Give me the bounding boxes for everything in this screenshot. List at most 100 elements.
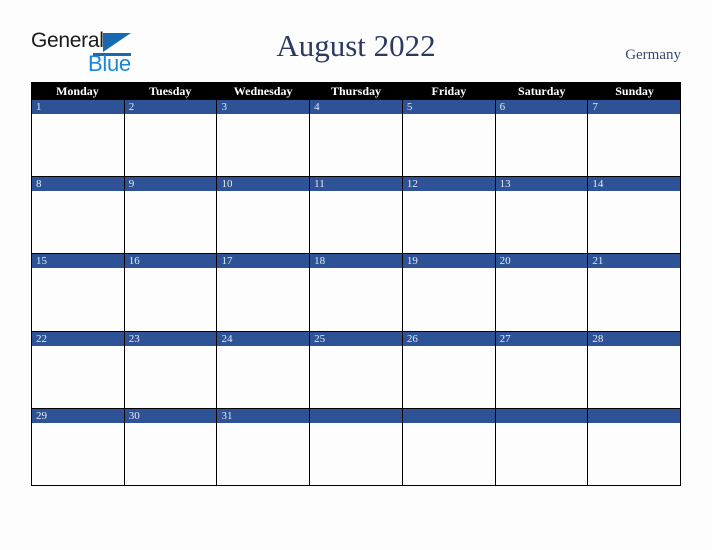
day-cell[interactable]: 5 <box>402 100 496 177</box>
day-number-bar: 28 <box>588 331 681 346</box>
day-cell[interactable]: 27 <box>495 331 589 408</box>
day-events-area[interactable] <box>402 268 495 331</box>
day-cell[interactable]: 31 <box>217 408 311 485</box>
day-events-area[interactable] <box>310 114 402 177</box>
day-cell[interactable]: 12 <box>402 177 496 254</box>
day-events-area[interactable] <box>217 191 310 254</box>
day-events-area[interactable] <box>217 114 310 177</box>
day-cell[interactable]: 22 <box>32 331 125 408</box>
day-events-area[interactable] <box>588 345 681 408</box>
day-events-area[interactable] <box>495 191 588 254</box>
day-cell[interactable] <box>588 408 681 485</box>
day-number: 26 <box>406 332 418 345</box>
day-cell[interactable] <box>310 408 403 485</box>
day-events-area[interactable] <box>217 345 310 408</box>
day-number-bar: 15 <box>32 254 124 269</box>
weekday-header-sunday: Sunday <box>615 84 654 98</box>
day-events-area[interactable] <box>32 345 124 408</box>
day-number: 20 <box>499 255 511 268</box>
day-events-area[interactable] <box>402 345 495 408</box>
day-events-area[interactable] <box>495 422 588 485</box>
day-events-area[interactable] <box>310 268 402 331</box>
day-events-area[interactable] <box>217 268 310 331</box>
day-cell[interactable] <box>402 408 496 485</box>
day-cell[interactable]: 1 <box>32 100 125 177</box>
day-cell[interactable]: 4 <box>310 100 403 177</box>
day-number: 7 <box>592 101 598 113</box>
day-cell[interactable]: 29 <box>32 408 125 485</box>
weekday-header-friday: Friday <box>431 84 467 98</box>
day-cell[interactable]: 20 <box>495 254 589 331</box>
day-number-bar: 11 <box>310 177 402 192</box>
day-cell[interactable]: 7 <box>588 100 681 177</box>
day-number: 2 <box>128 101 135 113</box>
calendar-grid: Monday Tuesday Wednesday Thursday Friday… <box>31 82 681 486</box>
day-cell[interactable]: 23 <box>124 331 218 408</box>
day-events-area[interactable] <box>495 268 588 331</box>
day-cell[interactable]: 14 <box>588 177 681 254</box>
day-cell[interactable]: 18 <box>310 254 403 331</box>
day-events-area[interactable] <box>32 422 124 485</box>
day-number-bar: 4 <box>310 100 402 114</box>
day-cell[interactable]: 19 <box>402 254 496 331</box>
day-cell[interactable]: 11 <box>310 177 403 254</box>
day-events-area[interactable] <box>495 345 588 408</box>
day-events-area[interactable] <box>124 114 217 177</box>
day-number: 31 <box>221 409 233 422</box>
day-events-area[interactable] <box>217 422 310 485</box>
day-cell[interactable]: 17 <box>217 254 311 331</box>
week-row: 8 9 10 11 12 13 14 <box>31 177 681 255</box>
country-label: Germany <box>625 47 681 63</box>
day-cell[interactable]: 2 <box>124 100 218 177</box>
day-events-area[interactable] <box>402 114 495 177</box>
day-number-bar: 12 <box>402 177 495 192</box>
day-events-area[interactable] <box>124 191 217 254</box>
day-cell[interactable]: 3 <box>217 100 311 177</box>
day-events-area[interactable] <box>124 422 217 485</box>
day-cell[interactable]: 8 <box>32 177 125 254</box>
day-number-bar: 14 <box>588 177 681 192</box>
day-number: 25 <box>314 332 326 345</box>
day-cell[interactable]: 6 <box>495 100 589 177</box>
day-number-bar: 1 <box>32 100 124 114</box>
day-events-area[interactable] <box>124 268 217 331</box>
day-events-area[interactable] <box>402 422 495 485</box>
day-events-area[interactable] <box>32 114 124 177</box>
day-events-area[interactable] <box>495 114 588 177</box>
day-number-bar: 10 <box>217 177 310 192</box>
day-number-bar: 6 <box>495 100 588 114</box>
day-cell[interactable]: 9 <box>124 177 218 254</box>
day-number: 11 <box>314 178 325 191</box>
day-number: 6 <box>499 101 506 113</box>
day-cell[interactable]: 26 <box>402 331 496 408</box>
day-number: 13 <box>499 178 511 191</box>
day-events-area[interactable] <box>402 191 495 254</box>
day-cell[interactable]: 13 <box>495 177 589 254</box>
day-events-area[interactable] <box>124 345 217 408</box>
day-number: 29 <box>36 409 47 422</box>
day-number: 22 <box>36 332 47 345</box>
day-cell[interactable]: 28 <box>588 331 681 408</box>
day-events-area[interactable] <box>310 422 402 485</box>
day-events-area[interactable] <box>588 114 681 177</box>
day-cell[interactable]: 30 <box>124 408 218 485</box>
day-cell[interactable]: 21 <box>588 254 681 331</box>
day-number-bar: 20 <box>495 254 588 269</box>
day-cell[interactable]: 25 <box>310 331 403 408</box>
day-events-area[interactable] <box>588 191 681 254</box>
day-events-area[interactable] <box>310 191 402 254</box>
day-events-area[interactable] <box>32 268 124 331</box>
day-cell[interactable]: 24 <box>217 331 311 408</box>
day-events-area[interactable] <box>588 268 681 331</box>
day-cell[interactable] <box>495 408 589 485</box>
day-number: 23 <box>128 332 140 345</box>
day-cell[interactable]: 16 <box>124 254 218 331</box>
day-number-bar <box>402 408 495 423</box>
day-events-area[interactable] <box>310 345 402 408</box>
day-cell[interactable]: 10 <box>217 177 311 254</box>
day-number-bar <box>495 408 588 423</box>
day-events-area[interactable] <box>588 422 681 485</box>
day-cell[interactable]: 15 <box>32 254 125 331</box>
day-events-area[interactable] <box>32 191 124 254</box>
day-number: 28 <box>592 332 604 345</box>
